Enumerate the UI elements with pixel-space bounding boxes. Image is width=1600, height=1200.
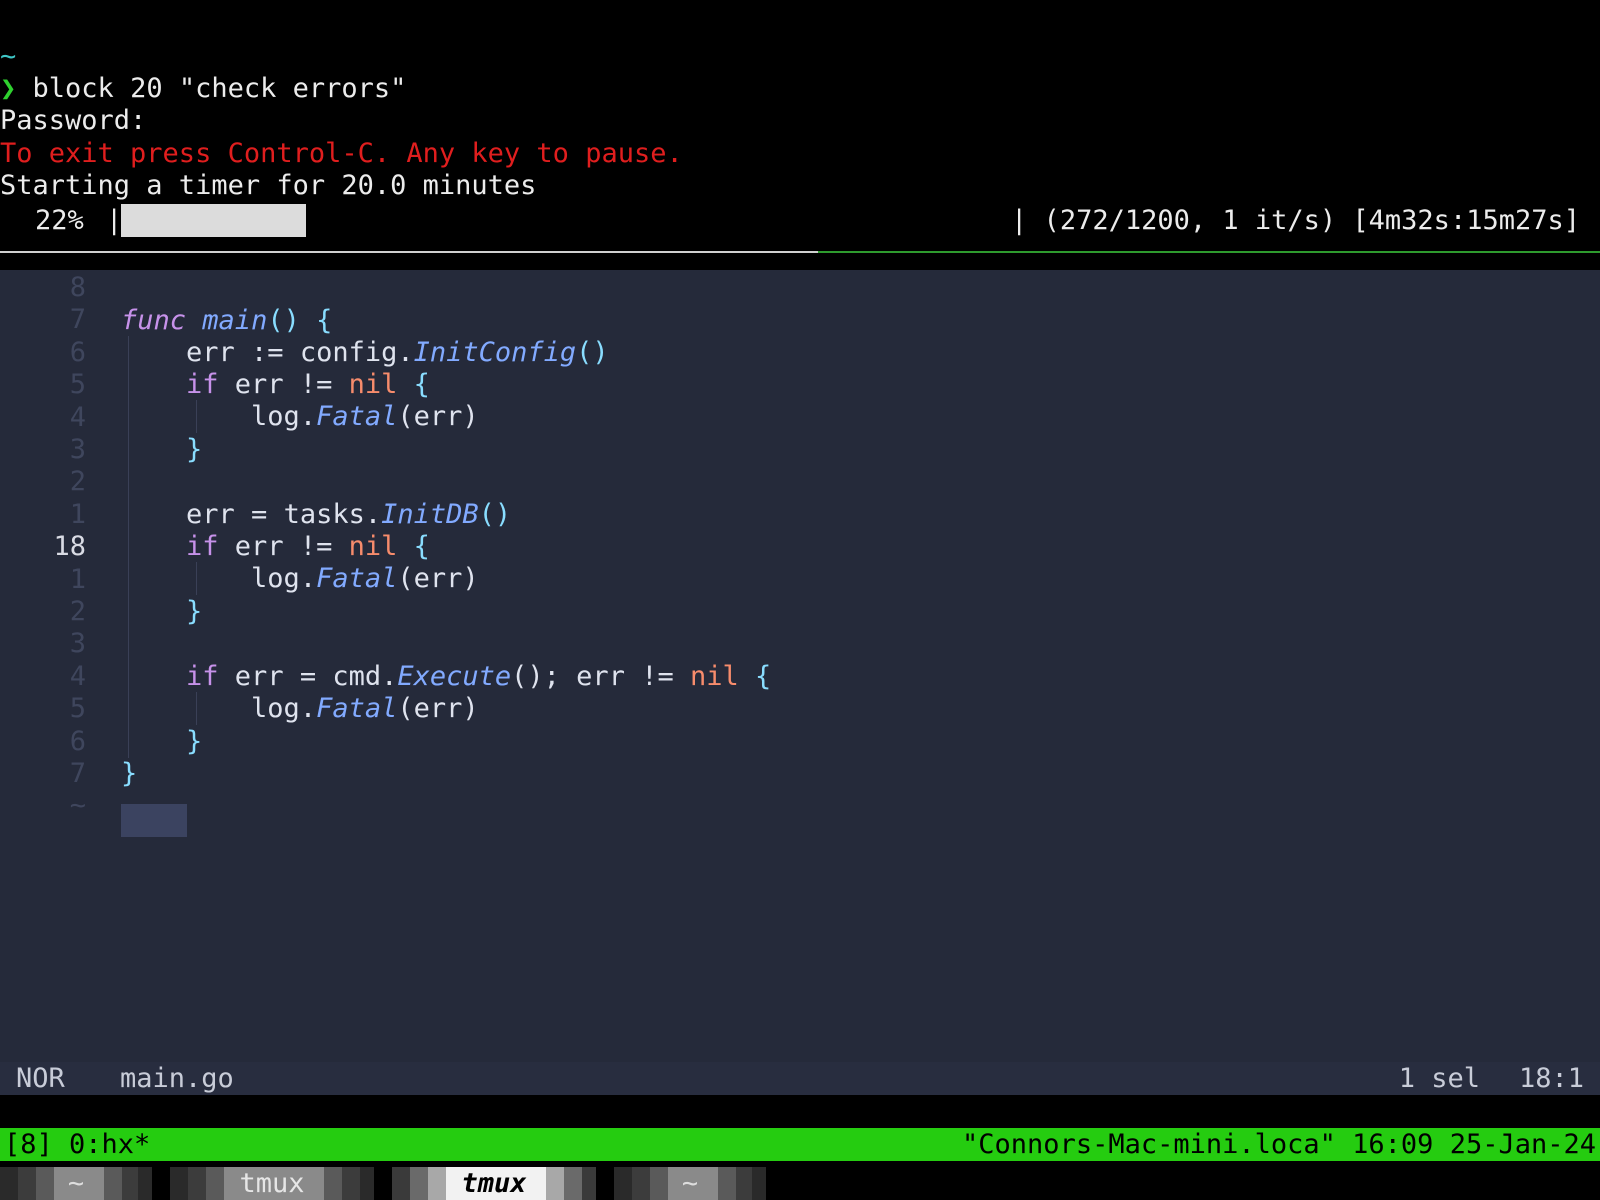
- editor-pane[interactable]: 8 7 6 5 4 3 2 1 18 1 2 3 4 5 6 7 ~ func main() { err := …: [0, 270, 1600, 1062]
- code-line: err := config.InitConfig(): [186, 337, 609, 368]
- tmux-status-bar: [8] 0:hx* "Connors-Mac-mini.loca" 16:09 …: [0, 1128, 1600, 1161]
- exit-hint: To exit press Control-C. Any key to paus…: [0, 138, 683, 169]
- code-line: if err != nil {: [186, 369, 430, 400]
- line-number: 6: [69, 725, 86, 757]
- line-number: 3: [69, 434, 86, 465]
- code-line: }: [186, 434, 203, 465]
- command-line: ❯ block 20 "check errors": [0, 72, 406, 105]
- code-line: }: [186, 596, 203, 627]
- line-number: 1: [69, 563, 86, 595]
- tab-tmux-active[interactable]: tmux: [392, 1167, 596, 1200]
- timer-message: Starting a timer for 20.0 minutes: [0, 170, 537, 201]
- terminal-tab-strip: ~ tmux tmux ~: [0, 1167, 1600, 1200]
- line-number: 7: [69, 758, 86, 789]
- prompt-chevron-icon: ❯: [0, 73, 17, 104]
- cwd-label: ~: [0, 41, 17, 72]
- terminal-pane[interactable]: ~ ❯ block 20 "check errors" Password: To…: [0, 0, 1600, 250]
- code-line: if err = cmd.Execute(); err != nil {: [186, 661, 772, 692]
- selection-count: 1 sel: [1398, 1063, 1480, 1094]
- line-number: 18: [53, 531, 86, 563]
- editor-statusline: NOR main.go 1 sel 18:1: [0, 1062, 1600, 1095]
- pane-divider: [0, 251, 818, 253]
- tab-label: ~: [681, 1168, 699, 1199]
- line-number: 3: [69, 628, 86, 660]
- code-line: log.Fatal(err): [251, 693, 479, 724]
- line-number: 5: [69, 369, 86, 401]
- tab-label: ~: [67, 1168, 85, 1199]
- file-name: main.go: [120, 1063, 234, 1094]
- code-line: func main() {: [121, 305, 333, 336]
- line-number: 7: [69, 304, 86, 336]
- tmux-host-clock: "Connors-Mac-mini.loca" 16:09 25-Jan-24: [962, 1129, 1596, 1160]
- tab-home[interactable]: ~: [0, 1167, 152, 1200]
- line-number: 4: [69, 401, 86, 433]
- line-number: 8: [69, 272, 86, 303]
- line-number: 5: [69, 693, 86, 725]
- line-number: 4: [69, 660, 86, 692]
- line-number: 6: [69, 336, 86, 368]
- password-prompt: Password:: [0, 105, 147, 136]
- line-number: 2: [69, 466, 86, 498]
- code-line: log.Fatal(err): [251, 401, 479, 432]
- code-line: }: [121, 758, 138, 789]
- code-line: }: [186, 726, 203, 757]
- tab-tmux[interactable]: tmux: [170, 1167, 374, 1200]
- progress-stats: | (272/1200, 1 it/s) [4m32s:15m27s]: [1011, 205, 1580, 236]
- mode-indicator: NOR: [16, 1063, 65, 1094]
- line-number: 2: [69, 596, 86, 627]
- tmux-window-list[interactable]: [8] 0:hx*: [4, 1128, 150, 1161]
- progress-bar-left-edge: |: [106, 205, 123, 236]
- gutter-empty-marker: ~: [69, 790, 86, 822]
- progress-percent: 22%: [35, 205, 84, 236]
- code-line-current: if err != nil {: [186, 531, 430, 562]
- code-line: err = tasks.InitDB(): [186, 499, 512, 530]
- line-number: 1: [69, 498, 86, 530]
- code-line: log.Fatal(err): [251, 563, 479, 594]
- cursor-selection: [121, 804, 187, 837]
- cursor-position: 18:1: [1518, 1063, 1584, 1094]
- progress-bar-fill: [121, 204, 306, 237]
- pane-divider-active: [818, 251, 1600, 253]
- tab-home-2[interactable]: ~: [614, 1167, 766, 1200]
- command-text: block 20 "check errors": [32, 73, 407, 104]
- tab-label: tmux: [461, 1168, 527, 1199]
- tab-label: tmux: [239, 1168, 305, 1199]
